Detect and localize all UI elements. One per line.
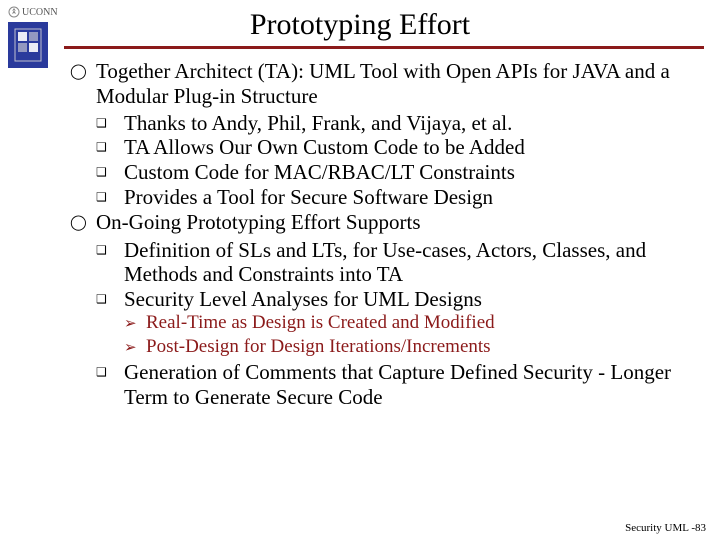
bullet-text: On-Going Prototyping Effort Supports: [96, 210, 702, 236]
title-rule: [64, 46, 704, 49]
bullet-text: Thanks to Andy, Phil, Frank, and Vijaya,…: [124, 111, 702, 136]
square-bullet-icon: ❑: [96, 360, 124, 410]
bullet-text: Real-Time as Design is Created and Modif…: [146, 312, 702, 336]
square-bullet-icon: ❑: [96, 238, 124, 288]
square-bullet-icon: ❑: [96, 111, 124, 136]
oakleaf-icon: [8, 6, 20, 18]
bullet-l1: ◯ Together Architect (TA): UML Tool with…: [70, 59, 702, 109]
arrow-bullet-icon: ➢: [124, 336, 146, 360]
bullet-text: Post-Design for Design Iterations/Increm…: [146, 336, 702, 360]
arrow-bullet-icon: ➢: [124, 312, 146, 336]
uconn-wordmark: UCONN: [8, 6, 60, 18]
bullet-text: Generation of Comments that Capture Defi…: [124, 360, 702, 410]
square-bullet-icon: ❑: [96, 185, 124, 210]
slide-title: Prototyping Effort: [0, 0, 720, 42]
bullet-l2: ❑ Thanks to Andy, Phil, Frank, and Vijay…: [96, 111, 702, 136]
bullet-l2: ❑ Definition of SLs and LTs, for Use-cas…: [96, 238, 702, 288]
logo-area: UCONN: [8, 6, 60, 68]
bullet-l2: ❑ Security Level Analyses for UML Design…: [96, 287, 702, 312]
bullet-text: Definition of SLs and LTs, for Use-cases…: [124, 238, 702, 288]
bullet-text: Together Architect (TA): UML Tool with O…: [96, 59, 702, 109]
slide-body: ◯ Together Architect (TA): UML Tool with…: [0, 59, 720, 409]
bullet-text: TA Allows Our Own Custom Code to be Adde…: [124, 135, 702, 160]
square-bullet-icon: ❑: [96, 287, 124, 312]
uconn-text: UCONN: [22, 7, 58, 18]
bullet-l2: ❑ TA Allows Our Own Custom Code to be Ad…: [96, 135, 702, 160]
circle-bullet-icon: ◯: [70, 210, 96, 236]
bullet-text: Custom Code for MAC/RBAC/LT Constraints: [124, 160, 702, 185]
bullet-text: Security Level Analyses for UML Designs: [124, 287, 702, 312]
bullet-l1: ◯ On-Going Prototyping Effort Supports: [70, 210, 702, 236]
bullet-text: Provides a Tool for Secure Software Desi…: [124, 185, 702, 210]
bullet-l2: ❑ Provides a Tool for Secure Software De…: [96, 185, 702, 210]
circle-bullet-icon: ◯: [70, 59, 96, 109]
square-bullet-icon: ❑: [96, 135, 124, 160]
shield-icon: [8, 22, 48, 68]
slide-footer: Security UML -83: [625, 522, 706, 534]
bullet-l2: ❑ Generation of Comments that Capture De…: [96, 360, 702, 410]
bullet-l3: ➢ Real-Time as Design is Created and Mod…: [124, 312, 702, 336]
bullet-l2: ❑ Custom Code for MAC/RBAC/LT Constraint…: [96, 160, 702, 185]
square-bullet-icon: ❑: [96, 160, 124, 185]
bullet-l3: ➢ Post-Design for Design Iterations/Incr…: [124, 336, 702, 360]
